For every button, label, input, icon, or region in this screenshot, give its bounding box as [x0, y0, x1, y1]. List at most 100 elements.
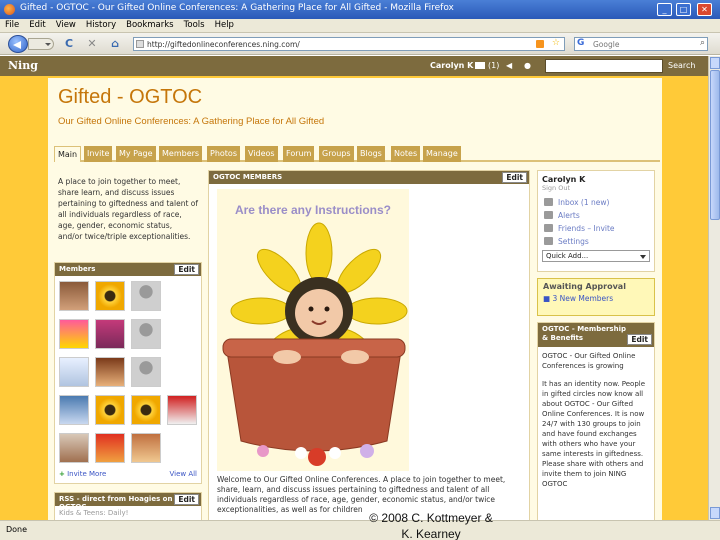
stop-icon[interactable]: ✕ [85, 37, 99, 51]
address-bar[interactable]: ☆ [133, 37, 565, 51]
copyright-line-1: © 2008 C. Kottmeyer & [369, 511, 493, 525]
member-avatar[interactable] [131, 357, 161, 387]
scrollbar-thumb[interactable] [710, 70, 720, 220]
member-avatar[interactable] [95, 357, 125, 387]
tab-notes[interactable]: Notes [391, 146, 421, 162]
tab-manage[interactable]: Manage [423, 146, 461, 162]
tab-blogs[interactable]: Blogs [357, 146, 385, 162]
tab-my-page[interactable]: My Page [116, 146, 156, 162]
intro-box: A place to join together to meet, share … [54, 170, 202, 256]
inbox-link[interactable]: Inbox (1 new) [542, 196, 650, 209]
site-tagline: Our Gifted Online Conferences: A Gatheri… [58, 116, 325, 127]
member-avatar[interactable] [59, 319, 89, 349]
benefits-edit-button[interactable]: Edit [627, 334, 652, 345]
search-input[interactable] [593, 38, 693, 50]
friends-link[interactable]: Friends – Invite [542, 222, 650, 235]
settings-link[interactable]: Settings [542, 235, 650, 248]
tab-invite[interactable]: Invite [84, 146, 113, 162]
ning-username[interactable]: Carolyn K [430, 61, 473, 70]
benefits-body: It has an identity now. People in gifted… [542, 380, 646, 488]
sign-out-link[interactable]: Sign Out [542, 184, 650, 192]
bookmark-star-icon[interactable]: ☆ [552, 38, 560, 48]
tab-groups[interactable]: Groups [319, 146, 354, 162]
member-avatar[interactable] [131, 395, 161, 425]
speaker-icon[interactable]: ◀ [506, 61, 512, 70]
alerts-label: Alerts [558, 211, 580, 220]
member-avatar[interactable] [59, 395, 89, 425]
maximize-button[interactable]: □ [676, 3, 691, 16]
back-button[interactable] [8, 35, 28, 53]
menu-history[interactable]: History [81, 19, 121, 30]
benefits-headline: OGTOC - Our Gifted Online Conferences is… [542, 352, 636, 370]
friends-label: Friends – Invite [558, 224, 615, 233]
menu-view[interactable]: View [51, 19, 81, 30]
url-input[interactable] [147, 38, 537, 50]
members-header: Members Edit [55, 263, 201, 276]
search-icon[interactable]: ⌕ [700, 38, 705, 48]
people-icon[interactable]: ● [524, 61, 531, 70]
member-avatar[interactable] [131, 433, 161, 463]
ning-search-input[interactable] [545, 59, 663, 73]
menu-tools[interactable]: Tools [179, 19, 210, 30]
menu-edit[interactable]: Edit [24, 19, 50, 30]
rss-edit-button[interactable]: Edit [174, 494, 199, 505]
view-all-link[interactable]: View All [169, 470, 197, 478]
tab-forum[interactable]: Forum [283, 146, 315, 162]
invite-more-link[interactable]: + Invite More [59, 470, 106, 478]
scroll-up-arrow[interactable] [710, 57, 720, 69]
welcome-text: Welcome to Our Gifted Online Conferences… [217, 475, 506, 514]
ogtoc-members-edit-button[interactable]: Edit [502, 172, 527, 183]
member-avatar[interactable] [95, 319, 125, 349]
menu-bookmarks[interactable]: Bookmarks [121, 19, 179, 30]
menu-help[interactable]: Help [210, 19, 239, 30]
inbox-count[interactable]: (1) [488, 61, 499, 70]
scroll-down-arrow[interactable] [710, 507, 720, 519]
benefits-header: OGTOC - Membership & Benefits Edit [538, 323, 654, 347]
quick-add-select[interactable]: Quick Add... [542, 250, 650, 262]
ning-logo[interactable]: Ning [8, 59, 38, 72]
ogtoc-members-box: OGTOC MEMBERS Edit Are there any Instruc… [208, 170, 530, 520]
member-avatar[interactable] [131, 281, 161, 311]
ning-search-button[interactable]: Search [668, 61, 695, 70]
tab-members[interactable]: Members [159, 146, 203, 162]
tab-videos[interactable]: Videos [245, 146, 278, 162]
new-members-label: 3 New Members [552, 294, 614, 303]
close-button[interactable]: ✕ [697, 3, 712, 16]
member-avatar[interactable] [95, 433, 125, 463]
rss-header: RSS - direct from Hoagies on OGTOC Edit [55, 493, 201, 511]
copyright-line-2: K. Kearney [401, 527, 461, 540]
home-icon[interactable]: ⌂ [108, 37, 122, 51]
google-icon: G [577, 38, 585, 48]
profile-links: Inbox (1 new) Alerts Friends – Invite Se… [542, 196, 650, 248]
ogtoc-members-header: OGTOC MEMBERS Edit [209, 171, 529, 184]
window-titlebar: Gifted - OGTOC - Our Gifted Online Confe… [0, 0, 720, 19]
members-edit-button[interactable]: Edit [174, 264, 199, 275]
member-avatar[interactable] [95, 281, 125, 311]
member-avatar[interactable] [59, 281, 89, 311]
reload-icon[interactable]: C [62, 37, 76, 51]
window-title: Gifted - OGTOC - Our Gifted Online Confe… [20, 3, 454, 13]
member-avatar[interactable] [59, 357, 89, 387]
history-dropdown[interactable] [28, 38, 54, 50]
vertical-scrollbar[interactable] [708, 56, 720, 520]
alerts-link[interactable]: Alerts [542, 209, 650, 222]
member-avatar[interactable] [59, 433, 89, 463]
tab-photos[interactable]: Photos [207, 146, 240, 162]
site-title[interactable]: Gifted - OGTOC [58, 86, 202, 109]
profile-name[interactable]: Carolyn K [542, 175, 650, 184]
copyright-caption: © 2008 C. Kottmeyer & K. Kearney [336, 510, 526, 540]
menu-file[interactable]: File [0, 19, 24, 30]
mail-icon[interactable] [475, 62, 485, 69]
rss-feed-icon[interactable] [536, 40, 544, 48]
member-avatar[interactable] [131, 319, 161, 349]
tab-bar: Main Invite My Page Members Photos Video… [54, 146, 660, 162]
member-avatar[interactable] [167, 395, 197, 425]
instructions-image[interactable]: Are there any Instructions? [217, 189, 409, 471]
new-members-link[interactable]: ■ 3 New Members [543, 294, 649, 303]
search-box[interactable]: G ⌕ [574, 37, 708, 51]
tab-main[interactable]: Main [54, 146, 82, 162]
member-avatar[interactable] [95, 395, 125, 425]
rss-box: RSS - direct from Hoagies on OGTOC Edit … [54, 492, 202, 520]
benefits-title: OGTOC - Membership & Benefits [542, 325, 626, 342]
minimize-button[interactable]: _ [657, 3, 672, 16]
